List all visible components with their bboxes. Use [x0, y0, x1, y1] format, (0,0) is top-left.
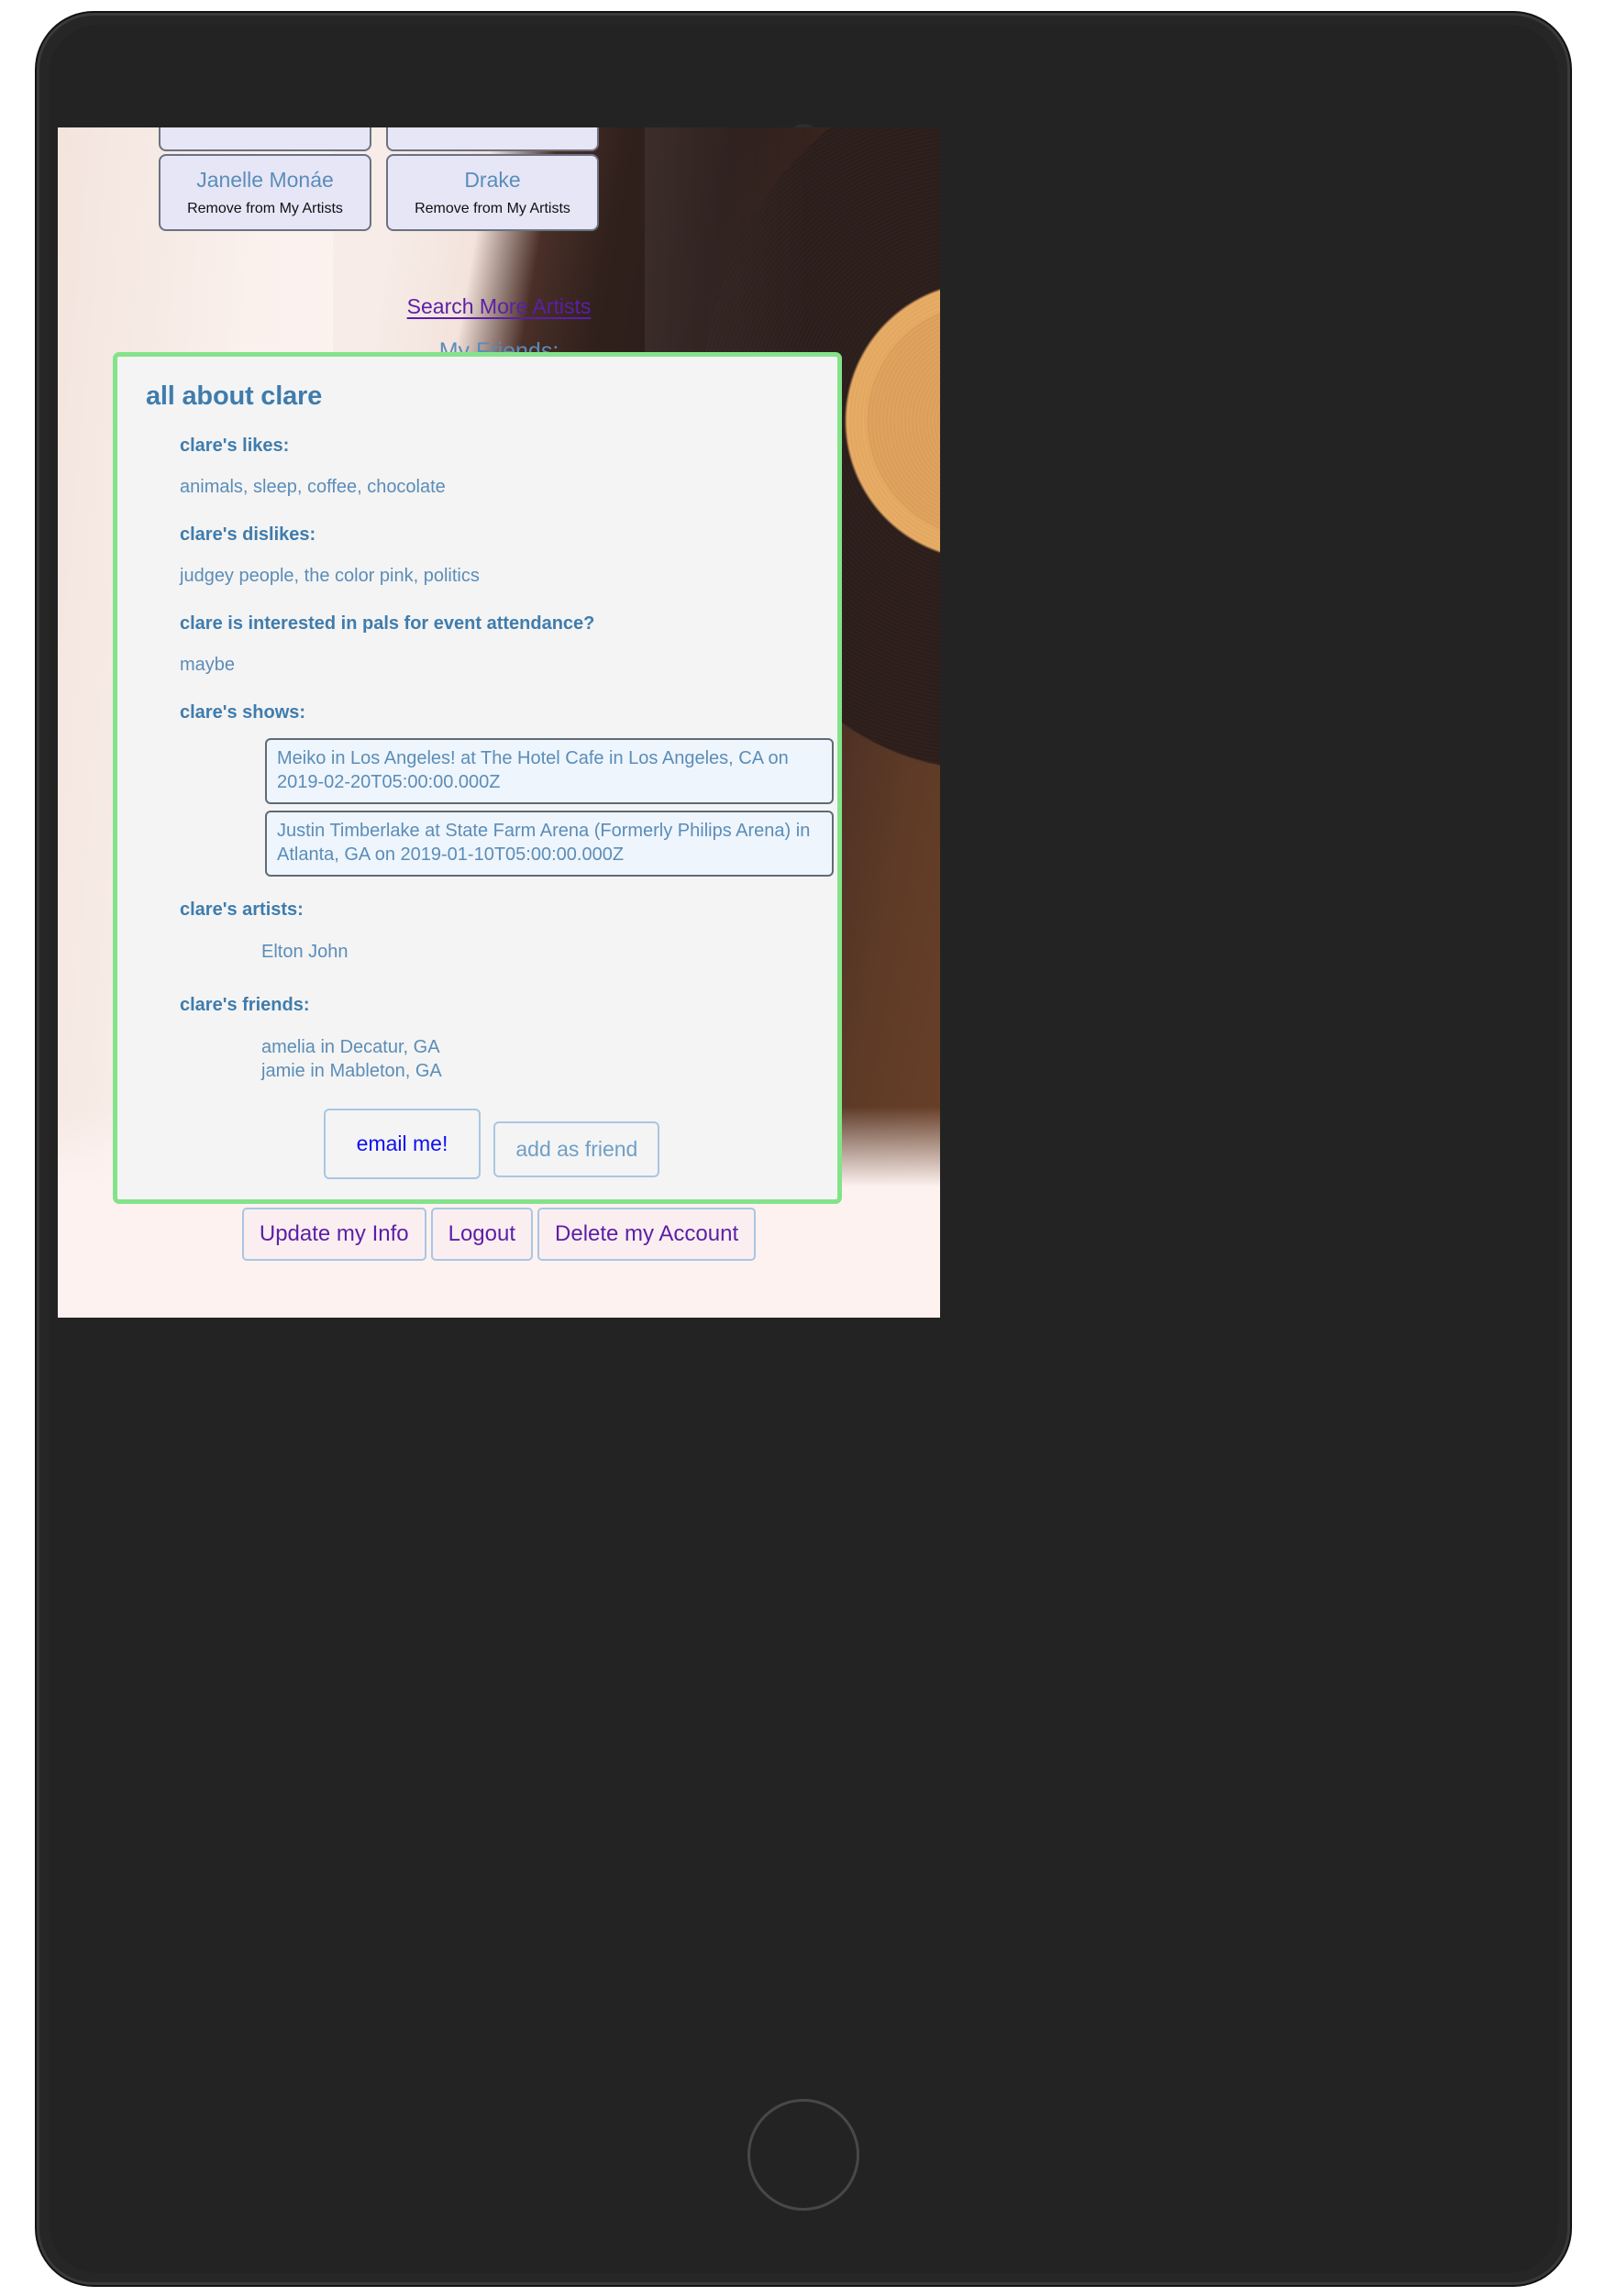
search-more-artists-label: Search More Artists	[406, 294, 592, 318]
list-item[interactable]: Meiko in Los Angeles! at The Hotel Cafe …	[265, 738, 834, 805]
artist-remove-label	[395, 127, 590, 138]
profile-detail-panel: all about clare clare's likes: animals, …	[113, 352, 842, 1205]
profile-friends-list: amelia in Decatur, GA jamie in Mableton,…	[261, 1036, 810, 1083]
account-toolbar: Update my Info Logout Delete my Account	[58, 1208, 940, 1261]
page-title: all about clare	[146, 381, 323, 411]
list-item[interactable]: Justin Timberlake at State Farm Arena (F…	[265, 811, 834, 878]
artist-remove-label	[168, 127, 362, 138]
search-more-artists-link[interactable]: Search More Artists	[58, 294, 940, 319]
event-pals-label: clare is interested in pals for event at…	[180, 613, 595, 634]
artist-cards-row: Janelle Monáe Remove from My Artists Dra…	[159, 154, 599, 231]
shows-label: clare's shows:	[180, 702, 306, 723]
event-pals-value: maybe	[180, 655, 236, 675]
home-button-icon[interactable]	[747, 2099, 859, 2211]
likes-label: clare's likes:	[180, 436, 290, 456]
artist-card[interactable]	[159, 127, 371, 151]
update-my-info-button[interactable]: Update my Info	[241, 1208, 426, 1261]
artist-card-janelle-monae[interactable]: Janelle Monáe Remove from My Artists	[159, 154, 371, 231]
list-item[interactable]: amelia in Decatur, GA	[261, 1036, 810, 1060]
page-content: Janelle Monáe Remove from My Artists Dra…	[58, 127, 940, 1318]
likes-value: animals, sleep, coffee, chocolate	[180, 477, 446, 497]
artist-remove-label[interactable]: Remove from My Artists	[395, 200, 590, 217]
artists-list: Elton John	[261, 941, 810, 965]
delete-my-account-button[interactable]: Delete my Account	[537, 1208, 757, 1261]
dislikes-value: judgey people, the color pink, politics	[180, 566, 480, 586]
email-me-button[interactable]: email me!	[323, 1109, 482, 1180]
artist-name: Janelle Monáe	[196, 168, 334, 192]
logout-button[interactable]: Logout	[430, 1208, 534, 1261]
artist-name: Drake	[464, 168, 521, 192]
artists-label: clare's artists:	[180, 900, 304, 921]
artist-card-drake[interactable]: Drake Remove from My Artists	[386, 154, 599, 231]
tablet-screen: Janelle Monáe Remove from My Artists Dra…	[58, 127, 940, 1318]
artist-cards-row-clipped	[159, 127, 599, 151]
friends-label: clare's friends:	[180, 994, 310, 1015]
shows-list: Meiko in Los Angeles! at The Hotel Cafe …	[265, 738, 834, 878]
profile-actions: email me! add as friend	[146, 1109, 810, 1180]
list-item[interactable]: jamie in Mableton, GA	[261, 1060, 810, 1084]
artist-remove-label[interactable]: Remove from My Artists	[168, 200, 362, 217]
add-as-friend-button[interactable]: add as friend	[493, 1121, 660, 1178]
artist-card[interactable]	[386, 127, 599, 151]
dislikes-label: clare's dislikes:	[180, 524, 316, 545]
list-item[interactable]: Elton John	[261, 941, 810, 965]
